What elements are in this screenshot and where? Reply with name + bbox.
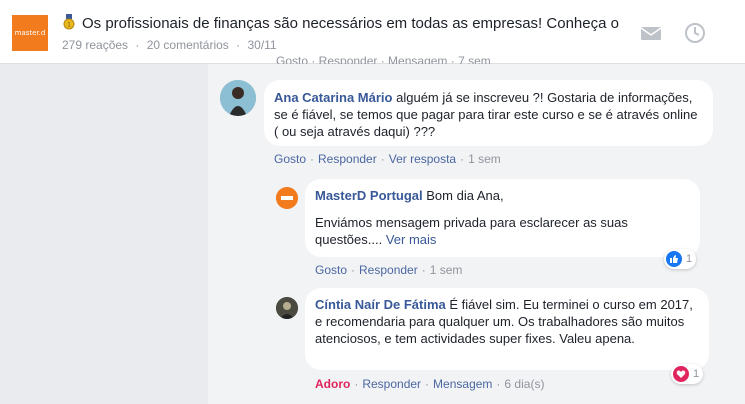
- reaction-count: 1: [686, 253, 693, 265]
- separator: ·: [354, 377, 359, 391]
- reaction-summary[interactable]: 1: [671, 364, 704, 384]
- comment-actions: Gosto · Responder · Ver resposta · 1 sem: [274, 152, 501, 166]
- comment-author[interactable]: MasterD Portugal: [315, 188, 423, 203]
- avatar[interactable]: [276, 297, 298, 319]
- comment-actions: Gosto · Responder · 1 sem: [315, 263, 462, 277]
- comment-time[interactable]: 1 sem: [430, 263, 463, 277]
- reaction-count: 1: [693, 368, 700, 380]
- svg-text:1: 1: [67, 22, 71, 29]
- view-reply-link[interactable]: Ver resposta: [389, 152, 456, 166]
- comment-text-body: Enviámos mensagem privada para esclarece…: [315, 215, 628, 247]
- comment-bubble: Cíntia Naír De Fátima É fiável sim. Eu t…: [305, 288, 709, 370]
- separator: ·: [135, 38, 140, 52]
- medal-icon: 1: [63, 14, 75, 30]
- post-title[interactable]: 1 Os profissionais de finanças são neces…: [62, 14, 642, 32]
- post-title-text: Os profissionais de finanças são necessá…: [82, 15, 619, 32]
- comment-time[interactable]: 1 sem: [468, 152, 501, 166]
- like-link[interactable]: Gosto: [274, 152, 306, 166]
- clock-icon[interactable]: [684, 22, 706, 44]
- comment-actions: Adoro · Responder · Mensagem · 6 dia(s): [315, 377, 544, 391]
- separator: ·: [310, 152, 315, 166]
- comments-count[interactable]: 20 comentários: [147, 38, 229, 52]
- separator: ·: [496, 377, 501, 391]
- avatar-photo: [220, 80, 256, 116]
- separator: ·: [236, 38, 241, 52]
- separator: ·: [380, 152, 385, 166]
- separator: ·: [421, 263, 426, 277]
- previous-comment-actions: Gosto · Responder · Mensagem · 7 sem: [276, 54, 491, 64]
- comment-author[interactable]: Cíntia Naír De Fátima: [315, 297, 446, 312]
- reply-link[interactable]: Responder: [318, 152, 377, 166]
- comment-author[interactable]: Ana Catarina Mário: [274, 90, 392, 105]
- reactions-count[interactable]: 279 reações: [62, 38, 128, 52]
- post-meta: 279 reações · 20 comentários · 30/11: [62, 38, 277, 52]
- avatar[interactable]: [276, 187, 298, 209]
- comment-text: Bom dia Ana,: [426, 188, 504, 203]
- envelope-icon[interactable]: [640, 22, 662, 44]
- comment-time[interactable]: 6 dia(s): [504, 377, 544, 391]
- masterd-logo: master.d: [12, 15, 48, 51]
- like-icon: [666, 251, 682, 267]
- like-link[interactable]: Gosto: [315, 263, 347, 277]
- see-more-link[interactable]: Ver mais: [386, 232, 437, 247]
- masterd-avatar-logo: [276, 187, 298, 209]
- avatar[interactable]: [220, 80, 256, 116]
- separator: ·: [425, 377, 430, 391]
- reaction-summary[interactable]: 1: [664, 249, 697, 269]
- message-link[interactable]: Mensagem: [433, 377, 492, 391]
- separator: ·: [460, 152, 465, 166]
- separator: ·: [351, 263, 356, 277]
- avatar-photo: [276, 297, 298, 319]
- love-link[interactable]: Adoro: [315, 377, 350, 391]
- heart-icon: [673, 366, 689, 382]
- reply-link[interactable]: Responder: [359, 263, 418, 277]
- comment-bubble: Ana Catarina Mário alguém já se inscreve…: [264, 80, 713, 146]
- comment-bubble: MasterD Portugal Bom dia Ana, Enviámos m…: [305, 179, 700, 257]
- reply-link[interactable]: Responder: [362, 377, 421, 391]
- post-date: 30/11: [247, 38, 277, 52]
